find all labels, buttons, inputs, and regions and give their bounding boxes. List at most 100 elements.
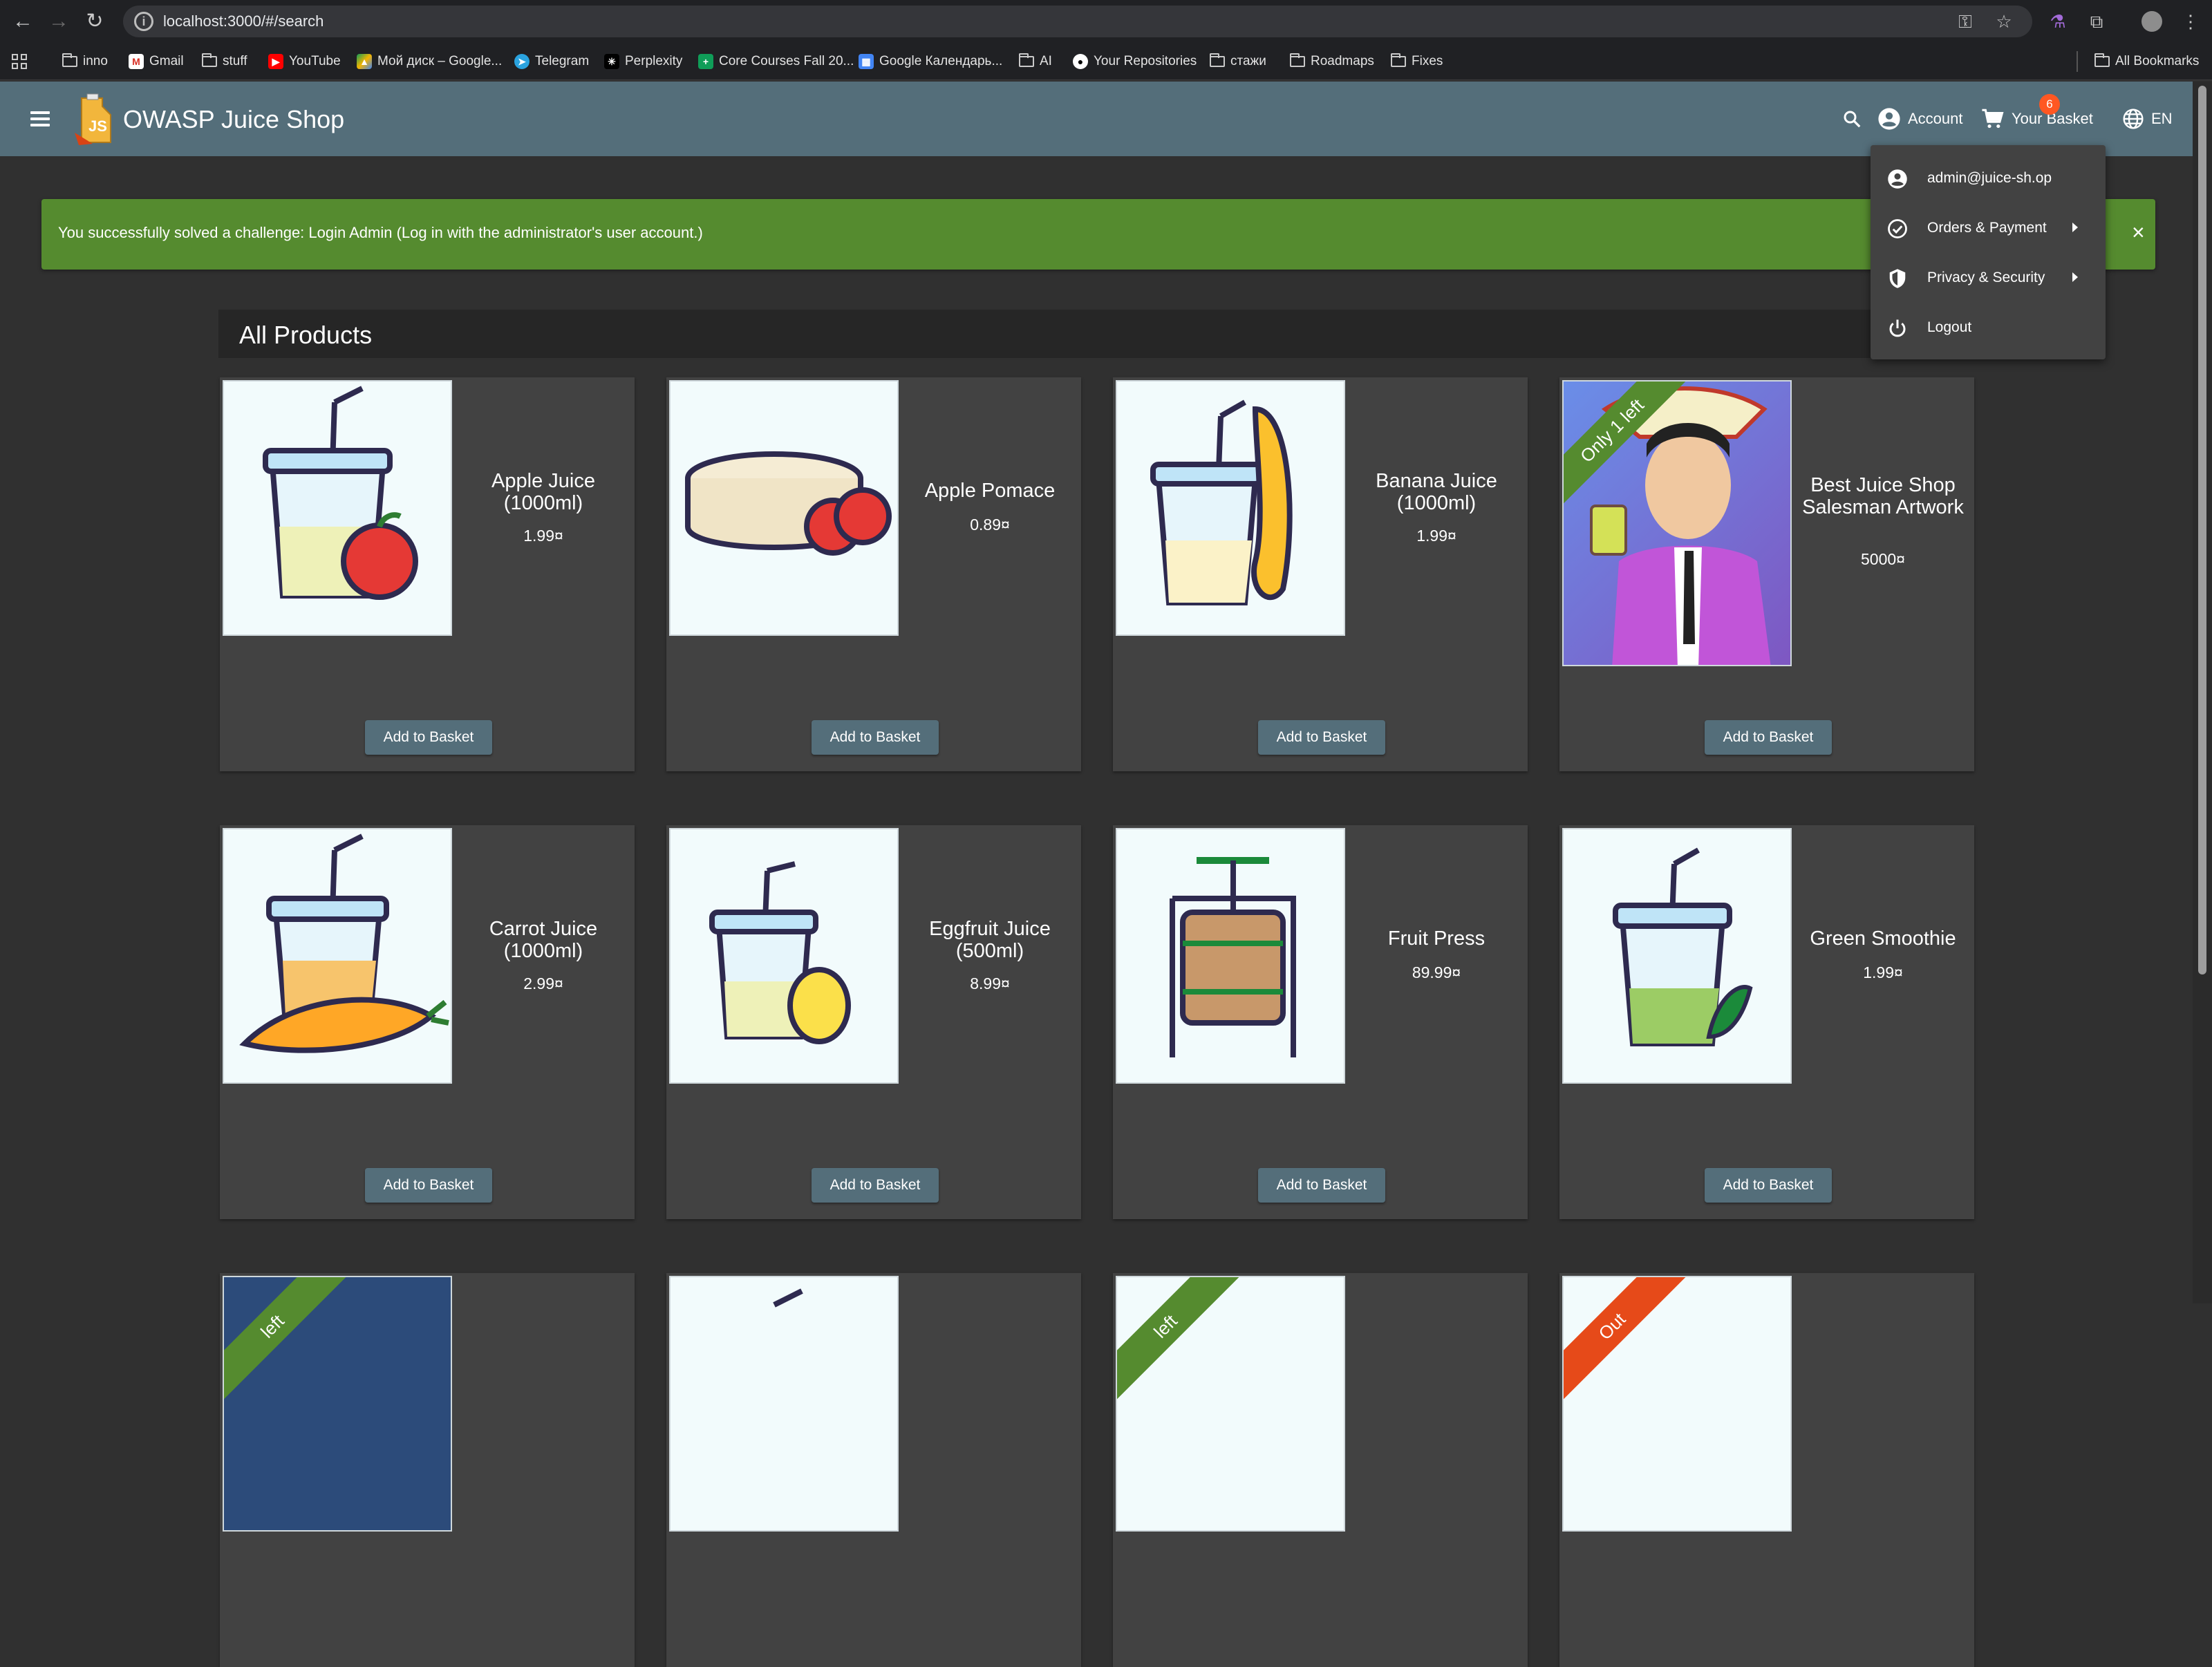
app-title[interactable]: OWASP Juice Shop [123, 105, 344, 134]
bookmark-stuff[interactable]: stuff [202, 51, 247, 72]
product-card-fruit-press[interactable]: Fruit Press 89.99¤ Add to Basket [1113, 825, 1528, 1219]
scrollbar-thumb[interactable] [2198, 86, 2206, 974]
account-button[interactable]: Account [1877, 102, 1963, 135]
bookmark-gmail[interactable]: M Gmail [129, 51, 184, 72]
bookmark-stazhi[interactable]: стажи [1210, 51, 1266, 72]
all-bookmarks[interactable]: All Bookmarks [2094, 51, 2199, 72]
site-info-icon[interactable]: i [134, 12, 153, 31]
language-label: EN [2151, 110, 2173, 127]
privacy-security-label: Privacy & Security [1927, 270, 2045, 285]
product-price: 2.99¤ [523, 974, 563, 992]
hamburger-menu-icon[interactable] [26, 105, 54, 133]
product-card-green-smoothie[interactable]: Green Smoothie 1.99¤ Add to Basket [1559, 825, 1974, 1219]
github-icon: ● [1073, 54, 1088, 69]
product-image-banana-juice[interactable] [1116, 380, 1345, 636]
product-card-carrot-juice[interactable]: Carrot Juice (1000ml) 2.99¤ Add to Baske… [220, 825, 635, 1219]
bookmark-google-calendar[interactable]: ▦ Google Календарь... [859, 51, 1002, 72]
product-card-eggfruit-juice[interactable]: Eggfruit Juice (500ml) 8.99¤ Add to Bask… [666, 825, 1081, 1219]
shield-icon [1889, 269, 1906, 288]
address-bar[interactable]: i localhost:3000/#/search ⚿ ☆ [123, 6, 2032, 37]
bookmark-google-drive[interactable]: ▲ Мой диск – Google... [357, 51, 502, 72]
check-circle-icon [1888, 219, 1907, 238]
bookmark-star-icon[interactable]: ☆ [1991, 8, 2017, 35]
extensions-puzzle-icon[interactable]: ⧉ [2083, 8, 2110, 35]
add-to-basket-button[interactable]: Add to Basket [1705, 1168, 1832, 1203]
browser-menu-icon[interactable]: ⋮ [2177, 8, 2204, 35]
product-name: Apple Juice (1000ml) [491, 470, 595, 514]
shopping-cart-icon [1982, 109, 2004, 129]
bookmark-roadmaps[interactable]: Roadmaps [1290, 51, 1374, 72]
product-image-partial[interactable]: Out [1562, 1276, 1792, 1532]
folder-icon [2094, 53, 2110, 67]
product-image-carrot-juice[interactable] [223, 828, 452, 1084]
forward-icon[interactable]: → [43, 6, 75, 37]
product-card-apple-pomace[interactable]: Apple Pomace 0.89¤ Add to Basket [666, 377, 1081, 771]
product-card-banana-juice[interactable]: Banana Juice (1000ml) 1.99¤ Add to Baske… [1113, 377, 1528, 771]
product-card-partial[interactable]: Out [1559, 1273, 1974, 1667]
juice-shop-logo[interactable]: JS [72, 91, 122, 147]
bookmark-core-courses[interactable]: + Core Courses Fall 20... [698, 51, 854, 72]
menu-item-user-email[interactable]: admin@juice-sh.op [1871, 153, 2106, 203]
add-to-basket-button[interactable]: Add to Basket [1258, 1168, 1385, 1203]
stock-ribbon: left [1117, 1277, 1241, 1402]
folder-icon [1290, 53, 1305, 67]
extension-icon[interactable]: ⚗ [2045, 8, 2071, 35]
back-icon[interactable]: ← [7, 6, 39, 37]
bookmark-inno[interactable]: inno [62, 51, 108, 72]
product-card-partial[interactable]: left [220, 1273, 635, 1667]
product-image-fruit-press[interactable] [1116, 828, 1345, 1084]
product-card-partial[interactable]: left [1113, 1273, 1528, 1667]
account-circle-icon [1878, 108, 1900, 130]
search-button[interactable] [1841, 102, 1862, 135]
product-image-apple-juice[interactable] [223, 380, 452, 636]
bookmark-your-repositories[interactable]: ● Your Repositories [1073, 51, 1197, 72]
profile-avatar-icon[interactable] [2139, 8, 2165, 35]
product-image-partial[interactable]: left [223, 1276, 452, 1532]
add-to-basket-button[interactable]: Add to Basket [812, 720, 939, 755]
apps-grid-icon[interactable] [11, 51, 28, 72]
products-heading-bar: All Products [218, 310, 1978, 358]
product-image-partial[interactable]: left [1116, 1276, 1345, 1532]
telegram-icon: ➤ [514, 54, 529, 69]
folder-icon [1210, 53, 1225, 67]
bookmark-perplexity[interactable]: ✳ Perplexity [604, 51, 682, 72]
product-price: 89.99¤ [1412, 963, 1461, 981]
submenu-arrow-icon [2072, 272, 2078, 282]
account-label: Account [1908, 110, 1963, 127]
add-to-basket-button[interactable]: Add to Basket [812, 1168, 939, 1203]
language-button[interactable]: EN [2122, 102, 2173, 135]
add-to-basket-button[interactable]: Add to Basket [365, 1168, 492, 1203]
stock-ribbon: Out [1564, 1277, 1688, 1402]
password-key-icon[interactable]: ⚿ [1952, 8, 1978, 35]
product-name: Green Smoothie [1810, 927, 1956, 950]
product-image-salesman-artwork[interactable]: Only 1 left [1562, 380, 1792, 666]
close-notification-icon[interactable]: × [2132, 220, 2145, 245]
search-icon [1844, 111, 1861, 128]
product-image-eggfruit-juice[interactable] [669, 828, 899, 1084]
product-image-apple-pomace[interactable] [669, 380, 899, 636]
product-image-green-smoothie[interactable] [1562, 828, 1792, 1084]
add-to-basket-button[interactable]: Add to Basket [365, 720, 492, 755]
folder-icon [62, 53, 77, 67]
account-circle-icon [1888, 169, 1907, 189]
folder-icon [1019, 53, 1034, 67]
product-card-salesman-artwork[interactable]: Only 1 left Best Juice Shop Salesman Art… [1559, 377, 1974, 771]
product-price: 1.99¤ [523, 527, 563, 545]
reload-icon[interactable]: ↻ [79, 6, 111, 37]
bookmark-fixes[interactable]: Fixes [1391, 51, 1443, 72]
product-image-partial[interactable] [669, 1276, 899, 1532]
bookmark-ai[interactable]: AI [1019, 51, 1052, 72]
product-card-partial[interactable] [666, 1273, 1081, 1667]
bookmark-telegram[interactable]: ➤ Telegram [514, 51, 589, 72]
basket-button[interactable]: Your Basket [1981, 102, 2093, 135]
menu-item-privacy-security[interactable]: Privacy & Security [1871, 253, 2106, 303]
bookmarks-bar: inno M Gmail stuff ▶ YouTube ▲ Мой диск – G… [0, 43, 2212, 80]
menu-item-logout[interactable]: Logout [1871, 303, 2106, 352]
url-text[interactable]: localhost:3000/#/search [163, 12, 324, 30]
add-to-basket-button[interactable]: Add to Basket [1258, 720, 1385, 755]
product-name: Banana Juice (1000ml) [1376, 470, 1497, 514]
product-card-apple-juice[interactable]: Apple Juice (1000ml) 1.99¤ Add to Basket [220, 377, 635, 771]
bookmark-youtube[interactable]: ▶ YouTube [268, 51, 341, 72]
add-to-basket-button[interactable]: Add to Basket [1705, 720, 1832, 755]
menu-item-orders-payment[interactable]: Orders & Payment [1871, 203, 2106, 253]
